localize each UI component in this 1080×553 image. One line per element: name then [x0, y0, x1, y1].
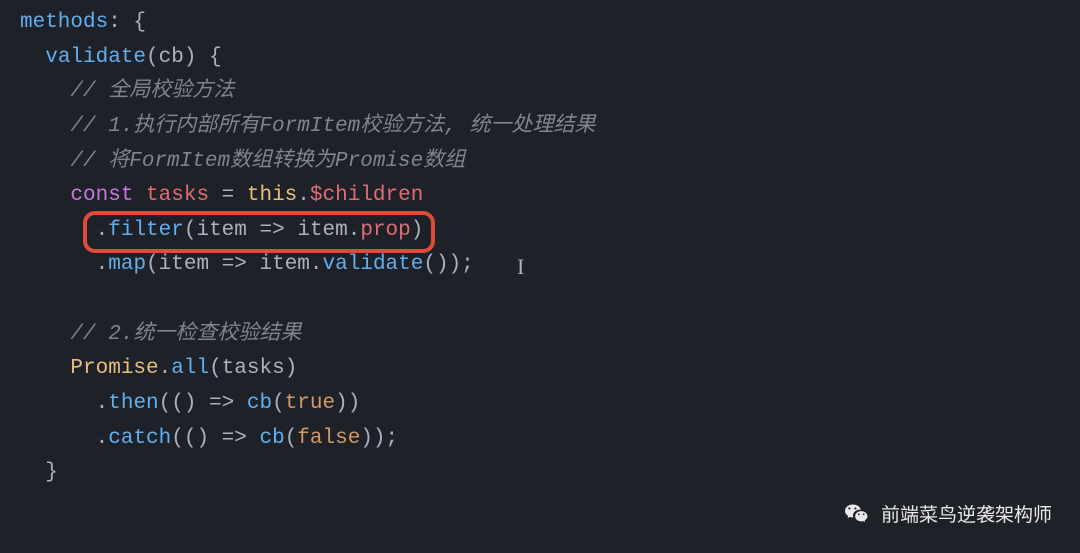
code-line-4: // 1.执行内部所有FormItem校验方法, 统一处理结果 [20, 110, 1080, 145]
tok-punct: (() => [159, 392, 247, 415]
text-cursor-icon: I [517, 249, 524, 285]
tok-methods: methods [20, 11, 108, 34]
watermark-label: 前端菜鸟逆袭架构师 [881, 500, 1052, 531]
code-editor: methods: { validate(cb) { // 全局校验方法 // 1… [0, 6, 1080, 491]
code-line-2: validate(cb) { [20, 41, 1080, 76]
tok-dot: . [159, 357, 172, 380]
code-line-14: } [20, 456, 1080, 491]
tok-promise: Promise [70, 357, 158, 380]
tok-punct: ( [146, 253, 159, 276]
tok-all: all [171, 357, 209, 380]
tok-item: item [260, 253, 310, 276]
tok-dot: . [96, 427, 109, 450]
tok-cb: cb [259, 427, 284, 450]
code-line-12: .then(() => cb(true)) [20, 387, 1080, 422]
code-line-1: methods: { [20, 6, 1080, 41]
tok-item: item [159, 253, 209, 276]
tok-brace: } [45, 461, 58, 484]
tok-prop: $children [310, 184, 423, 207]
tok-punct: )) [335, 392, 360, 415]
tok-eq: = [209, 184, 247, 207]
code-line-10: // 2.统一检查校验结果 [20, 318, 1080, 353]
tok-then: then [108, 392, 158, 415]
tok-arrow: => [209, 253, 259, 276]
tok-validate: validate [323, 253, 424, 276]
tok-varname: tasks [146, 184, 209, 207]
tok-const: const [70, 184, 133, 207]
comment: // 全局校验方法 [70, 80, 234, 103]
tok-punct: ) { [184, 46, 222, 69]
tok-dot: . [297, 184, 310, 207]
tok-dot: . [96, 219, 109, 242]
tok-dot: . [96, 392, 109, 415]
tok-dot: . [96, 253, 109, 276]
tok-param-cb: cb [159, 46, 184, 69]
tok-punct: ( [146, 46, 159, 69]
code-line-7: .filter(item => item.prop) [20, 214, 1080, 249]
tok-filter: filter [108, 219, 184, 242]
tok-punct: : { [108, 11, 146, 34]
tok-punct: )); [360, 427, 398, 450]
tok-this: this [247, 184, 297, 207]
watermark: 前端菜鸟逆袭架构师 [843, 500, 1052, 531]
comment: // 2.统一检查校验结果 [70, 323, 301, 346]
tok-punct: (() => [171, 427, 259, 450]
tok-prop: prop [360, 219, 410, 242]
comment: // 1.执行内部所有FormItem校验方法, 统一处理结果 [70, 115, 595, 138]
tok-tasks: tasks [222, 357, 285, 380]
tok-punct: ) [411, 219, 424, 242]
comment: // 将FormItem数组转换为Promise数组 [70, 150, 465, 173]
tok-item: item [297, 219, 347, 242]
tok-arrow: => [247, 219, 297, 242]
tok-false: false [297, 427, 360, 450]
code-line-13: .catch(() => cb(false)); [20, 422, 1080, 457]
code-line-3: // 全局校验方法 [20, 75, 1080, 110]
tok-punct: ( [209, 357, 222, 380]
tok-func-validate: validate [45, 46, 146, 69]
code-line-5: // 将FormItem数组转换为Promise数组 [20, 145, 1080, 180]
code-line-9 [20, 283, 1080, 318]
tok-punct: ) [285, 357, 298, 380]
code-line-11: Promise.all(tasks) [20, 352, 1080, 387]
code-line-8: .map(item => item.validate()); [20, 248, 1080, 283]
tok-true: true [285, 392, 335, 415]
tok-punct: () [423, 253, 448, 276]
tok-item: item [196, 219, 246, 242]
tok-map: map [108, 253, 146, 276]
tok-punct: ( [184, 219, 197, 242]
tok-cb: cb [247, 392, 272, 415]
tok-dot: . [310, 253, 323, 276]
code-line-6: const tasks = this.$children [20, 179, 1080, 214]
tok-catch: catch [108, 427, 171, 450]
tok-punct: ( [285, 427, 298, 450]
tok-punct: ); [449, 253, 474, 276]
tok-punct: ( [272, 392, 285, 415]
tok-dot: . [348, 219, 361, 242]
wechat-icon [843, 501, 871, 529]
